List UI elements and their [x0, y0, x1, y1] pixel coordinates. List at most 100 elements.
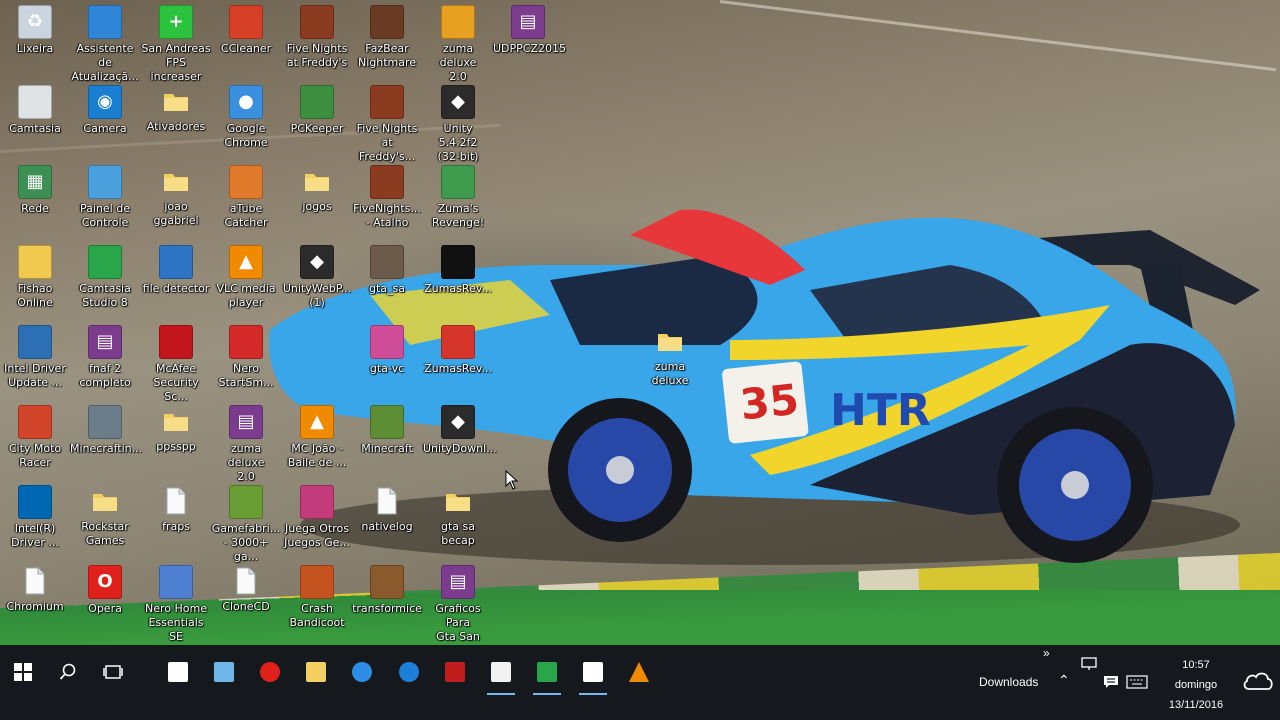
desktop-icon[interactable]: Chromium [0, 565, 70, 614]
taskbar-app-button[interactable] [619, 652, 659, 692]
zumas-rev-icon [441, 245, 475, 279]
desktop-icon[interactable]: ▤ UDPPCZ2015 [493, 5, 566, 56]
intel-driver-icon [18, 325, 52, 359]
desktop-icon[interactable]: City Moto Racer [0, 405, 70, 470]
mouse-cursor-icon [505, 470, 519, 490]
zumas-revenge-icon [441, 165, 475, 199]
desktop-icon[interactable]: ◆ UnityDownl... [423, 405, 497, 456]
search-button[interactable] [48, 652, 88, 692]
taskbar-app-button[interactable] [342, 652, 382, 692]
desktop-icon[interactable]: Five Nights at Freddy's [282, 5, 352, 70]
action-center-icon[interactable] [1103, 675, 1119, 689]
desktop-icon[interactable]: Camtasia [0, 85, 70, 136]
desktop-icon[interactable]: Intel Driver Update ... [0, 325, 70, 390]
desktop-icon[interactable]: ▲ MC João - Baile de ... [282, 405, 352, 470]
desktop-icon[interactable]: Intel(R) Driver ... [0, 485, 70, 550]
desktop-icon[interactable]: Assistente de Atualizaçã... [70, 5, 140, 84]
system-clock[interactable]: 10:57 domingo 13/11/2016 [1160, 655, 1232, 715]
desktop-icon[interactable]: O Opera [70, 565, 140, 616]
desktop-icon[interactable]: ● Google Chrome [211, 85, 281, 150]
file-icon [371, 485, 403, 517]
desktop-icon[interactable]: Camtasia Studio 8 [70, 245, 140, 310]
desktop-icon[interactable]: Gamefabri... - 3000+ ga... [211, 485, 281, 564]
desktop-icon[interactable]: Five Nights at Freddy's... [352, 85, 422, 164]
start-button[interactable] [3, 652, 43, 692]
network-tray-icon[interactable] [1081, 657, 1097, 671]
desktop-icon-label: McAfee Security Sc... [153, 362, 199, 403]
onedrive-cloud-icon[interactable] [1242, 670, 1274, 692]
desktop-icon[interactable]: Juega Otros Juegos Ge... [282, 485, 352, 550]
desktop-icon-label: nativelog [361, 520, 413, 533]
desktop-icon-label: FazBear Nightmare [357, 42, 417, 69]
desktop-icon[interactable]: Fishao Online [0, 245, 70, 310]
desktop-icon[interactable]: PCKeeper [282, 85, 352, 136]
desktop-icon[interactable]: Rockstar Games [70, 485, 140, 548]
desktop-icon[interactable]: Nero StartSm... [211, 325, 281, 390]
desktop-icon[interactable]: transformice [352, 565, 422, 616]
camtasia-recorder-icon [583, 662, 603, 682]
taskbar-app-button[interactable] [435, 652, 475, 692]
desktop-icon[interactable]: Painel de Controle [70, 165, 140, 230]
desktop-icon[interactable]: CloneCD [211, 565, 281, 614]
desktop-icon[interactable]: zuma deluxe [635, 325, 705, 388]
desktop-icon[interactable]: Minecraft [352, 405, 422, 456]
taskbar-app-button[interactable] [296, 652, 336, 692]
desktop-icon[interactable]: Crash Bandicoot [282, 565, 352, 630]
taskbar-app-button[interactable] [481, 652, 521, 695]
desktop-icon[interactable]: gta sa becap [423, 485, 493, 548]
desktop-icon[interactable]: ZumasRev... [423, 245, 493, 296]
taskbar-app-button[interactable] [389, 652, 429, 692]
desktop-icon-label: San Andreas FPS increaser [141, 42, 211, 83]
desktop-icon[interactable]: McAfee Security Sc... [141, 325, 211, 404]
desktop-icon[interactable]: Nero Home Essentials SE [141, 565, 211, 644]
desktop-icon[interactable]: zuma deluxe 2.0 [423, 5, 493, 84]
taskbar-app-button[interactable] [158, 652, 198, 692]
desktop-icon[interactable]: CCleaner [211, 5, 281, 56]
desktop-icon[interactable]: gta_sa [352, 245, 422, 296]
desktop-icon[interactable]: file detector [141, 245, 211, 296]
nero-home-icon [159, 565, 193, 599]
downloads-toolbar[interactable]: Downloads [979, 675, 1038, 689]
desktop-icon[interactable]: ▤ fnaf 2 completo [70, 325, 140, 390]
desktop-icon[interactable]: ▤ zuma deluxe 2.0 [211, 405, 281, 484]
clock-date: 13/11/2016 [1168, 699, 1224, 711]
desktop-icon[interactable]: ◆ UnityWebP... (1) [282, 245, 352, 310]
taskbar-app-button[interactable] [204, 652, 244, 692]
keyboard-icon[interactable] [1126, 675, 1148, 689]
camtasia-studio-icon [537, 662, 557, 682]
desktop-icon[interactable]: jogos [282, 165, 352, 214]
wave-app-icon [214, 662, 234, 682]
desktop-icon[interactable]: ◉ Camera [70, 85, 140, 136]
desktop-icon[interactable]: ▲ VLC media player [211, 245, 281, 310]
desktop-icon[interactable]: ♻ Lixeira [0, 5, 70, 56]
chevron-up-icon[interactable]: ⌃ [1058, 672, 1070, 689]
vlc-icon: ▲ [300, 405, 334, 439]
desktop-icon[interactable]: ◆ Unity 5.4.2f2 (32-bit) [423, 85, 493, 164]
desktop-icon-label: Painel de Controle [80, 202, 130, 229]
gamefabrique-icon [229, 485, 263, 519]
taskbar-app-button[interactable] [250, 652, 290, 692]
show-hidden-arrow-icon[interactable]: » [1043, 646, 1050, 660]
desktop-icon[interactable]: Ativadores [141, 85, 211, 134]
desktop-icon[interactable]: joao ggabriel [141, 165, 211, 228]
recycle-bin-icon: ♻ [18, 5, 52, 39]
desktop-icon[interactable]: ppsspp [141, 405, 211, 454]
desktop-icon[interactable]: fraps [141, 485, 211, 534]
windows-start-icon [14, 663, 32, 681]
desktop-icon[interactable]: nativelog [352, 485, 422, 534]
taskbar-app-button[interactable] [527, 652, 567, 695]
desktop-icon[interactable]: gta-vc [352, 325, 422, 376]
taskbar-app-button[interactable] [573, 652, 613, 695]
desktop-icon[interactable]: aTube Catcher [211, 165, 281, 230]
file-explorer-icon [306, 662, 326, 682]
desktop-icon[interactable]: Zuma's Revenge! [423, 165, 493, 230]
desktop-icon[interactable]: FiveNights... - Atalho [352, 165, 422, 230]
edge-icon [399, 662, 419, 682]
desktop-icon[interactable]: + San Andreas FPS increaser [141, 5, 211, 84]
desktop-icon[interactable]: ZumasRev... [423, 325, 493, 376]
desktop-icon-label: MC João - Baile de ... [287, 442, 347, 469]
desktop-icon[interactable]: FazBear Nightmare [352, 5, 422, 70]
task-view-button[interactable] [93, 652, 133, 692]
desktop-icon[interactable]: Minecraftin... [70, 405, 142, 456]
desktop-icon[interactable]: ▦ Rede [0, 165, 70, 216]
